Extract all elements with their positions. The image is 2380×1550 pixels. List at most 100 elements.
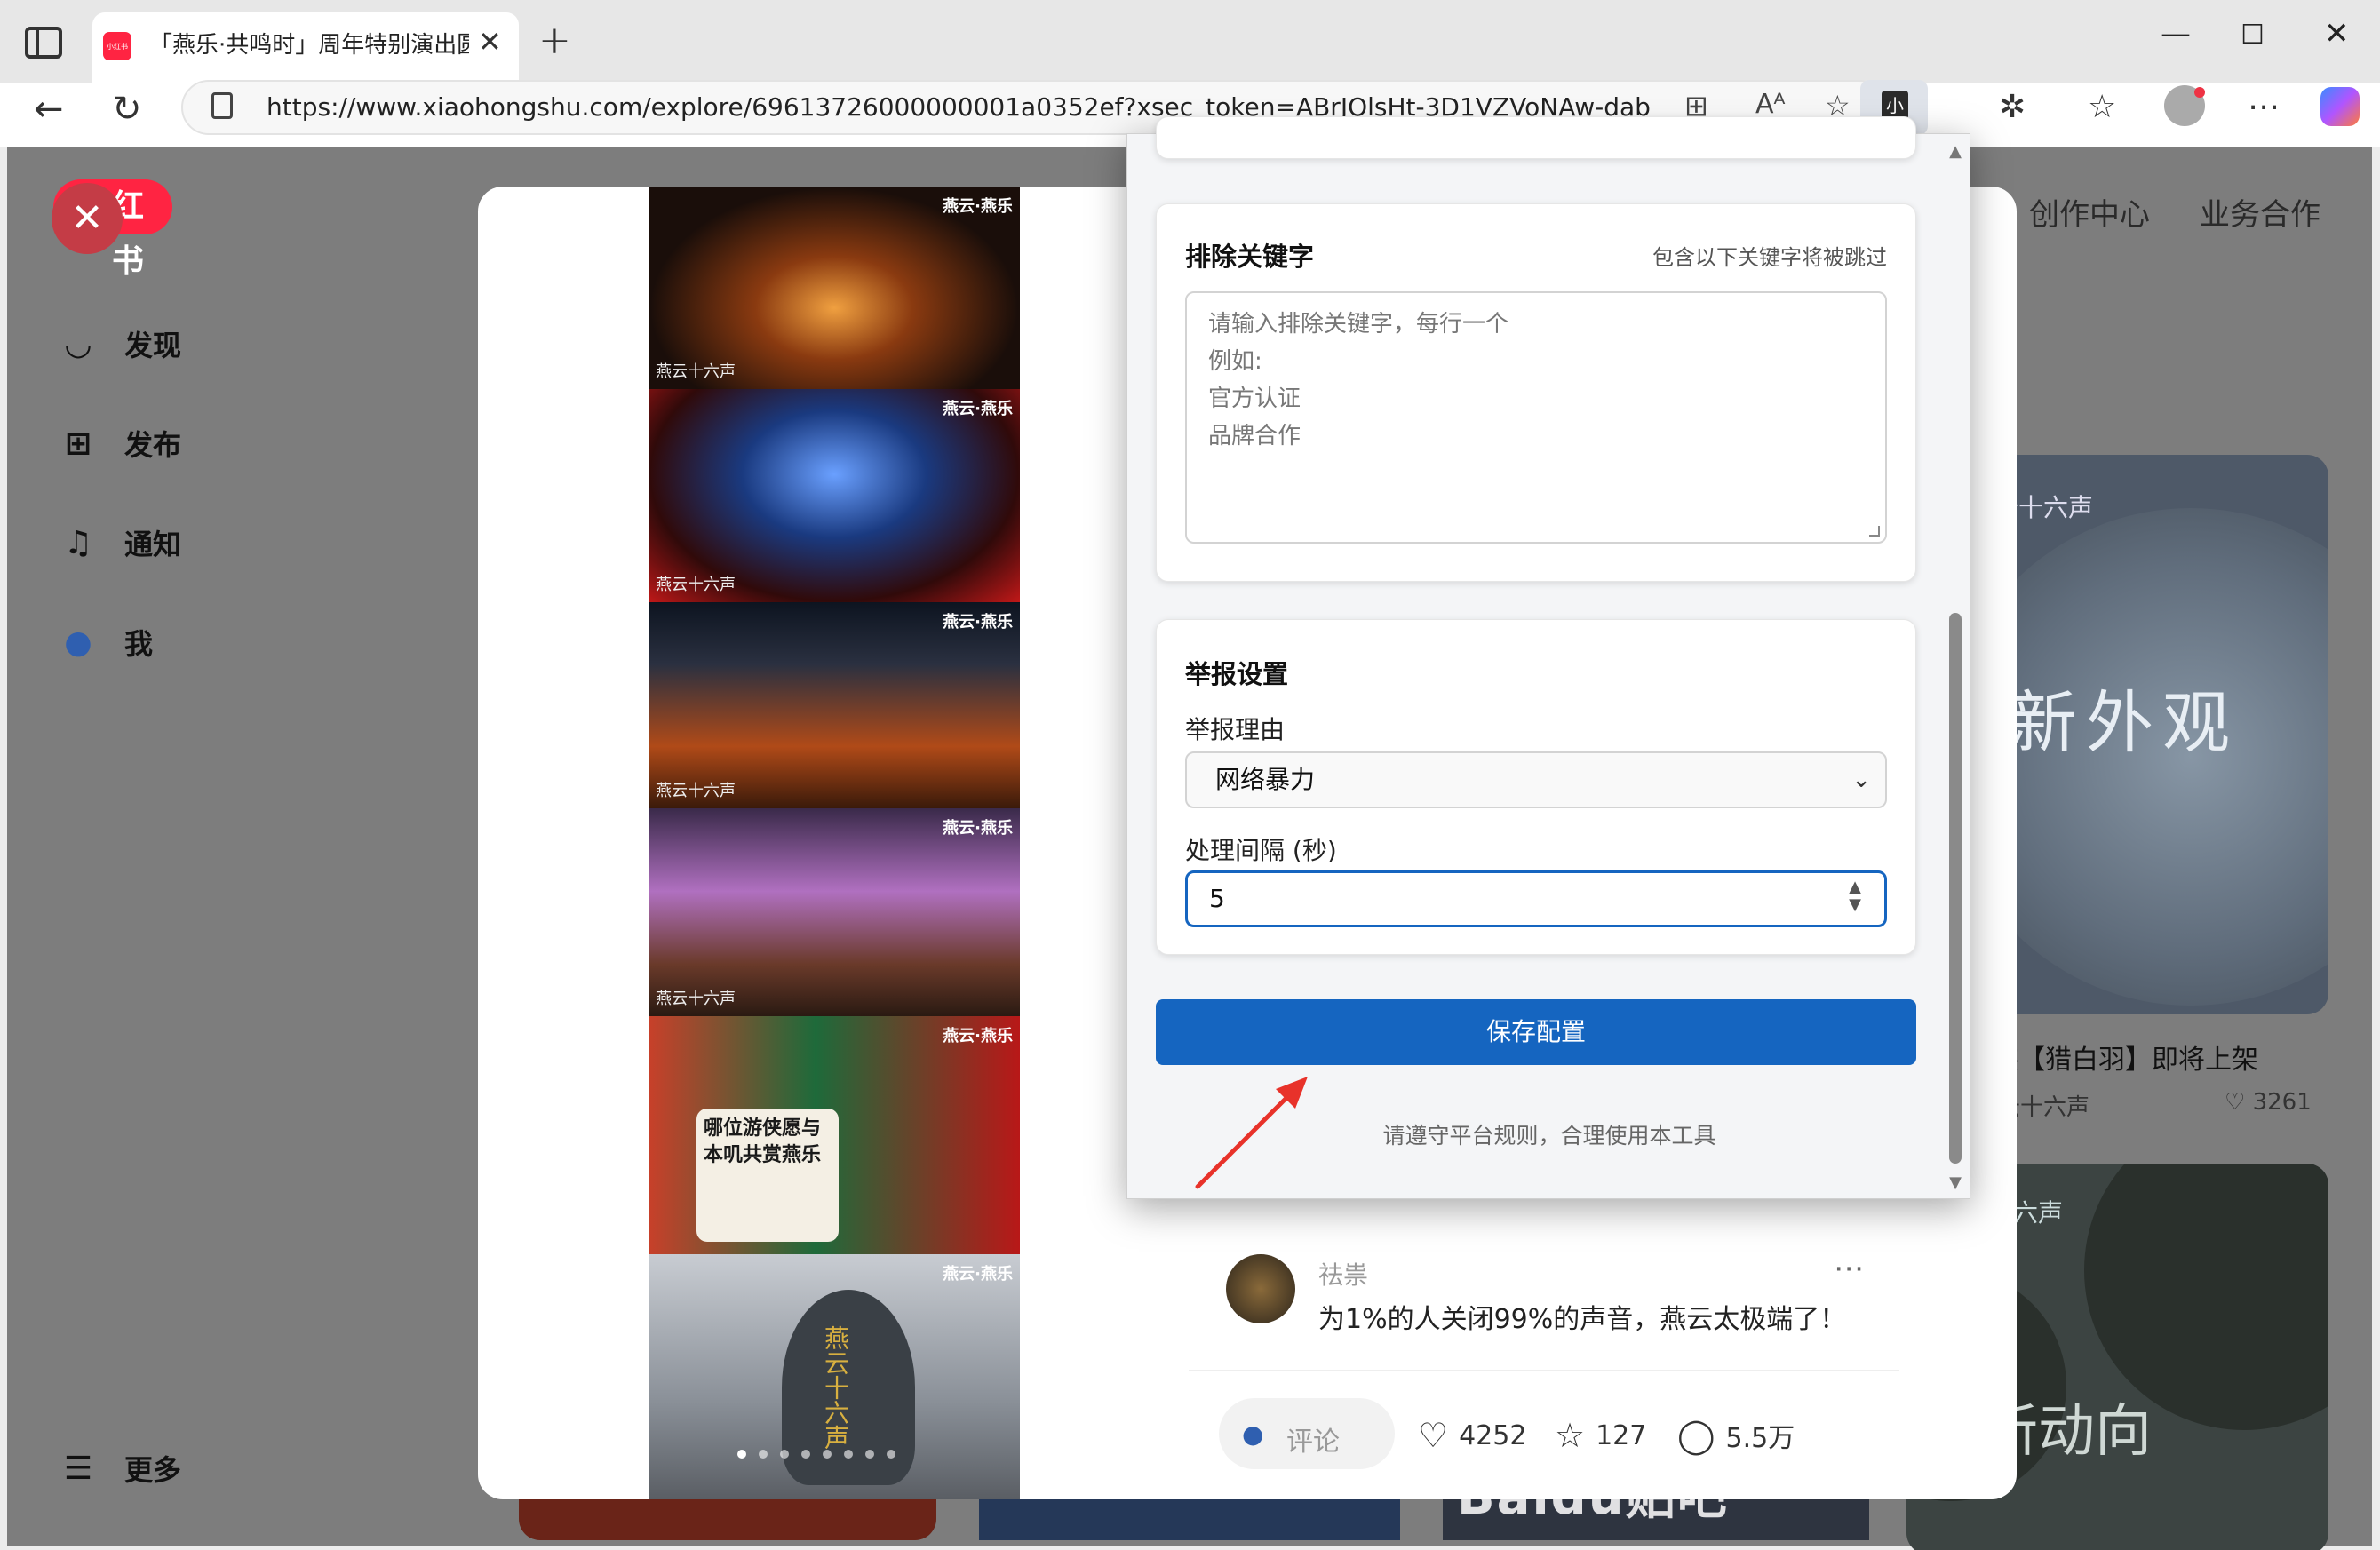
monument-text: 燕云十六声 — [821, 1325, 850, 1450]
note-image-carousel[interactable]: 燕云·燕乐 燕云十六声 燕云·燕乐 燕云十六声 燕云·燕乐 燕云十六声 燕云·燕乐 燕云… — [649, 187, 1020, 1499]
scroll-down-icon[interactable]: ▼ — [1944, 1173, 1967, 1192]
scroll-up-icon[interactable]: ▲ — [1944, 142, 1967, 161]
interval-input[interactable]: 5 ▲ ▼ — [1185, 870, 1887, 927]
star-icon: ☆ — [1555, 1416, 1586, 1455]
comment-count: 5.5万 — [1725, 1423, 1795, 1454]
image-brand: 燕云十六声 — [656, 990, 736, 1008]
carousel-dot[interactable] — [759, 1450, 768, 1459]
image-brand: 燕云十六声 — [656, 576, 736, 594]
read-aloud-icon[interactable]: Aᴬ — [1755, 89, 1785, 120]
comment-more-icon[interactable]: ⋯ — [1834, 1251, 1864, 1286]
hamburger-icon: ☰ — [63, 1450, 93, 1487]
commenter-avatar[interactable] — [1226, 1254, 1295, 1323]
carousel-dot[interactable] — [887, 1450, 895, 1459]
annotation-arrow-icon — [1195, 1077, 1308, 1189]
plus-square-icon: ⊞ — [64, 425, 92, 462]
bell-icon: ♫ — [63, 524, 93, 561]
image-watermark: 燕云·燕乐 — [943, 819, 1013, 838]
like-count: 4252 — [1459, 1419, 1527, 1451]
interval-label: 处理间隔 (秒) — [1185, 836, 1337, 865]
report-reason-label: 举报理由 — [1185, 715, 1286, 744]
nav-discover[interactable]: ◡ 发现 — [59, 323, 181, 364]
carousel-dot[interactable] — [737, 1450, 746, 1459]
collect-button[interactable]: ☆ 127 — [1555, 1416, 1646, 1455]
carousel-dot[interactable] — [865, 1450, 874, 1459]
carousel-dots[interactable] — [737, 1450, 895, 1459]
popup-scrollbar[interactable]: ▲ ▼ — [1944, 142, 1967, 1192]
stage-image-3: 燕云·燕乐 燕云十六声 — [649, 602, 1020, 808]
stage-image-2: 燕云·燕乐燕云十六声 — [649, 389, 1020, 602]
tab-title[interactable]: 「燕乐·共鸣时」周年特别演出圆满 — [149, 27, 469, 60]
nav-more[interactable]: ☰ 更多 — [59, 1448, 181, 1489]
nav-me-label: 我 — [124, 627, 154, 661]
resize-handle-icon[interactable] — [1869, 526, 1880, 537]
minimize-icon[interactable]: — — [2161, 16, 2191, 52]
like-button[interactable]: ♡ 4252 — [1418, 1416, 1526, 1455]
divider — [1189, 1370, 1899, 1371]
copilot-icon[interactable] — [2320, 87, 2360, 126]
exclude-keywords-textarea[interactable]: 请输入排除关键字，每行一个 例如: 官方认证 品牌合作 — [1185, 291, 1887, 544]
report-settings-title: 举报设置 — [1185, 659, 1289, 689]
exclude-keywords-card: 排除关键字 包含以下关键字将被跳过 请输入排除关键字，每行一个 例如: 官方认证… — [1156, 203, 1916, 582]
back-icon[interactable]: ← — [34, 89, 64, 130]
feed-card-bottom — [519, 1499, 936, 1540]
report-reason-value: 网络暴力 — [1215, 765, 1316, 794]
sidebar-toggle-icon[interactable] — [25, 27, 62, 59]
comment-author[interactable]: 祛祟 — [1318, 1256, 1368, 1292]
more-menu-icon[interactable]: ⋯ — [2248, 89, 2280, 125]
close-note-button[interactable]: ✕ — [52, 183, 123, 254]
user-avatar-icon: ● — [64, 624, 92, 661]
home-icon: ◡ — [66, 325, 91, 362]
extension-popup: 排除关键字 包含以下关键字将被跳过 请输入排除关键字，每行一个 例如: 官方认证… — [1126, 116, 1970, 1199]
heart-icon: ♡ — [1418, 1416, 1449, 1455]
carousel-dot[interactable] — [801, 1450, 810, 1459]
tab-close-icon[interactable]: ✕ — [478, 25, 502, 59]
creator-center-link[interactable]: 创作中心 — [2029, 190, 2150, 234]
nav-discover-label: 发现 — [124, 329, 182, 362]
stage-image-1: 燕云·燕乐燕云十六声 — [649, 187, 1020, 389]
feed-card-likes-count: 3261 — [2252, 1089, 2312, 1116]
nav-publish[interactable]: ⊞ 发布 — [59, 423, 181, 464]
image-watermark: 燕云·燕乐 — [943, 400, 1013, 418]
refresh-icon[interactable]: ↻ — [112, 89, 142, 130]
stepper-icon[interactable]: ▲ ▼ — [1849, 878, 1861, 914]
baidu-watermark: Baidu贴吧 — [1457, 1468, 1729, 1526]
image-brand: 燕云十六声 — [656, 362, 736, 381]
image-watermark: 燕云·燕乐 — [943, 197, 1013, 216]
heart-icon: ♡ — [2225, 1089, 2253, 1116]
nav-notify-label: 通知 — [124, 528, 182, 561]
exclude-keywords-hint: 包含以下关键字将被跳过 — [1652, 245, 1887, 270]
extensions-puzzle-icon[interactable]: ✲ — [1999, 89, 2026, 125]
collect-count: 127 — [1596, 1419, 1647, 1451]
feed-card-likes[interactable]: ♡ 3261 — [2225, 1089, 2312, 1116]
favorites-icon[interactable]: ☆ — [2088, 89, 2116, 125]
stage-image-6: 燕云十六声 燕云·燕乐 — [649, 1254, 1020, 1499]
carousel-dot[interactable] — [823, 1450, 832, 1459]
nav-publish-label: 发布 — [124, 428, 182, 462]
settings-card-top — [1156, 116, 1916, 159]
chat-bubble-icon: ◯ — [1677, 1416, 1715, 1455]
report-reason-select[interactable]: 网络暴力 ⌄ — [1185, 751, 1887, 808]
carousel-dot[interactable] — [844, 1450, 853, 1459]
save-config-button[interactable]: 保存配置 — [1156, 999, 1916, 1065]
notification-dot — [2194, 87, 2205, 98]
new-tab-icon[interactable]: + — [538, 18, 571, 63]
stage-image-4: 燕云·燕乐燕云十六声 — [649, 808, 1020, 1016]
scroll-thumb[interactable] — [1949, 613, 1962, 1164]
comment-placeholder[interactable]: 评论 — [1286, 1419, 1340, 1459]
image-watermark: 燕云·燕乐 — [943, 1027, 1013, 1045]
chevron-down-icon: ⌄ — [1851, 767, 1871, 793]
carousel-dot[interactable] — [780, 1450, 789, 1459]
maximize-icon[interactable]: ☐ — [2241, 20, 2265, 51]
feed-card-bottom — [979, 1499, 1400, 1540]
business-link[interactable]: 业务合作 — [2200, 190, 2320, 234]
lock-icon[interactable] — [211, 92, 233, 119]
nav-me[interactable]: ● 我 — [59, 622, 153, 663]
nav-more-label: 更多 — [124, 1453, 182, 1487]
window-close-icon[interactable]: ✕ — [2324, 16, 2350, 52]
image-brand: 燕云十六声 — [656, 782, 736, 800]
interval-value: 5 — [1209, 884, 1225, 913]
site-favicon-icon: 小红书 — [103, 32, 131, 60]
nav-notify[interactable]: ♫ 通知 — [59, 522, 181, 563]
comment-button[interactable]: ◯ 5.5万 — [1677, 1416, 1795, 1455]
